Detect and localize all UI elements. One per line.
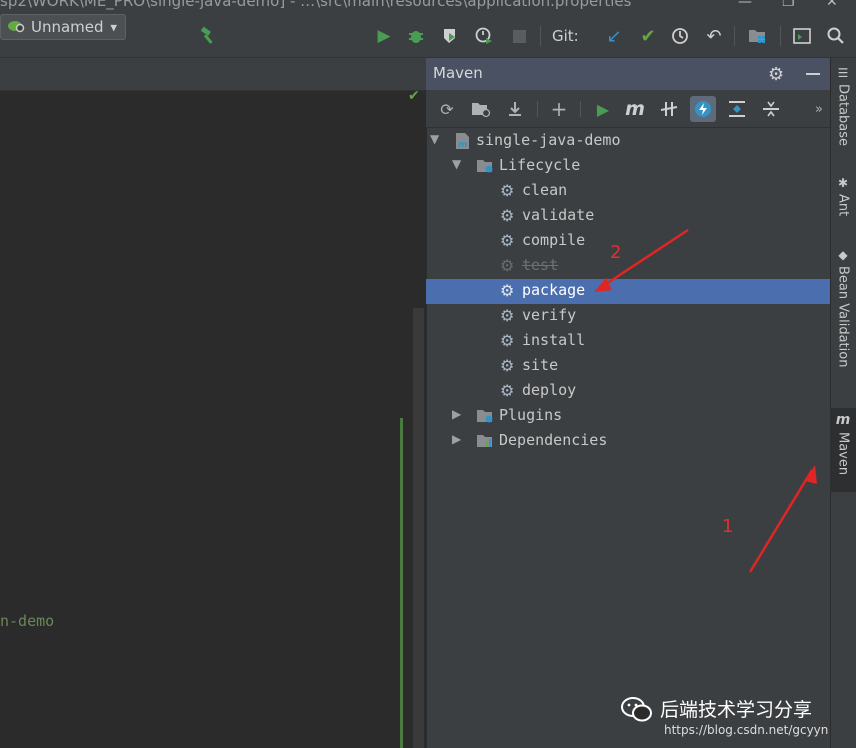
annotation-arrowhead-1 bbox=[805, 465, 817, 484]
annotation-label-2: 2 bbox=[610, 242, 622, 263]
annotation-layer bbox=[594, 228, 817, 573]
annotation-arrow-1 bbox=[748, 469, 814, 573]
annotation-label-1: 1 bbox=[722, 516, 734, 537]
watermark-title: 后端技术学习分享 bbox=[660, 699, 813, 721]
annotation-arrowhead-2 bbox=[594, 278, 612, 292]
wechat-icon bbox=[620, 695, 654, 729]
watermark-url: https://blog.csdn.net/gcyyn bbox=[664, 723, 829, 737]
